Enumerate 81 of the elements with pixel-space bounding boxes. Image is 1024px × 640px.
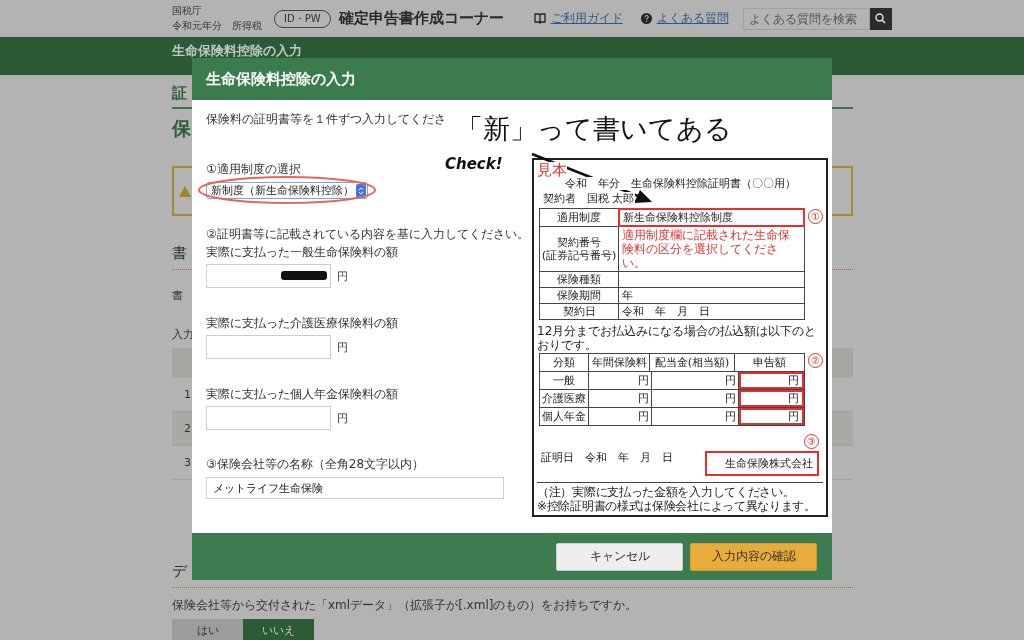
payment-text: 12月分までお払込みになる場合の払込額は以下のとおりです。 <box>537 324 818 352</box>
column-header: 年間保険料 <box>589 354 650 371</box>
page-heading: 証 <box>172 84 187 103</box>
footnote: ※控除証明書の様式は保険会社によって異なります。 <box>537 499 817 513</box>
confirm-button[interactable]: 入力内容の確認 <box>690 542 817 571</box>
site-title: 確定申告書作成コーナー <box>338 9 504 28</box>
header-link[interactable]: よくある質問 <box>656 10 729 27</box>
amount-field[interactable] <box>206 406 331 430</box>
table-cell: 適用制度 <box>540 209 619 226</box>
xml-question: 保険会社等から交付された「xmlデータ」（拡張子が[.xml]のもの）をお持ちですか。 <box>172 597 638 614</box>
column-header: 分類 <box>540 354 589 371</box>
certificate-date: 証明日 令和 年 月 日 <box>541 451 673 464</box>
field-label: 実際に支払った個人年金保険料の額 <box>206 388 398 401</box>
search-field[interactable]: よくある質問を検索 <box>742 7 870 30</box>
table-cell: 円 <box>739 408 804 425</box>
column-header: 申告額 <box>752 355 787 371</box>
table-cell: 円 <box>652 372 739 389</box>
field-label: ③保険会社等の名称（全角28文字以内） <box>206 458 425 471</box>
section-title: 保 <box>172 116 191 141</box>
select-arrows-icon <box>356 183 366 198</box>
number-marker: ③ <box>804 434 819 449</box>
unit-label: 円 <box>337 410 348 426</box>
table-cell: 一般 <box>540 372 589 389</box>
table-cell-text: 適用制度欄に記載された生命保険料の区分を選択してください。 <box>621 227 791 271</box>
header-link[interactable]: ご利用ガイド <box>550 10 623 27</box>
table-cell: 円 <box>652 390 739 407</box>
insurer-name: 生命保険株式会社 <box>705 451 819 476</box>
cancel-button[interactable]: キャンセル <box>556 542 683 571</box>
table-cell: 保険期間 <box>540 288 619 303</box>
section-heading: 書 <box>172 244 187 263</box>
number-marker: ① <box>808 209 823 224</box>
field-label: 実際に支払った介護医療保険料の額 <box>206 317 398 330</box>
table-cell: 円 <box>589 390 652 407</box>
field-label: 実際に支払った一般生命保険料の額 <box>206 246 398 259</box>
warning-icon <box>179 185 191 197</box>
choice-button[interactable]: はい <box>172 619 243 640</box>
search-icon <box>875 13 887 24</box>
row-number: 3 <box>184 456 191 469</box>
table-cell: 保険種類 <box>540 272 619 287</box>
annotation-caption: 「新」って書いてある <box>456 112 732 146</box>
table-label: 入力 <box>172 327 194 342</box>
company-field[interactable]: メットライフ生命保険 <box>206 477 504 499</box>
table-cell-text: 令和 年 月 日 <box>621 304 711 319</box>
annotation-check: Check! <box>445 155 503 173</box>
field-label: ①適用制度の選択 <box>206 163 301 176</box>
intro-text: 保険料の証明書等を１件ずつ入力してくださ <box>206 113 446 126</box>
row-number: 2 <box>184 422 191 435</box>
table-cell: 個人年金 <box>540 408 589 425</box>
unit-label: 円 <box>337 339 348 355</box>
number-marker: ② <box>808 353 823 368</box>
agency-name: 国税庁 <box>172 4 203 18</box>
page-title: 生命保険料控除の入力 <box>172 43 302 58</box>
section-text: 書 <box>172 288 183 303</box>
table-cell: 円 <box>652 408 739 425</box>
amount-field[interactable] <box>206 335 331 359</box>
book-icon <box>533 13 546 24</box>
unit-label: 円 <box>337 268 348 284</box>
dialog-title: 生命保険料控除の入力 <box>206 69 356 89</box>
table-cell: 円 <box>589 408 652 425</box>
table-cell: 契約番号 (証券記号番号) <box>540 227 619 271</box>
table-cell: 円 <box>739 390 804 407</box>
amount-field[interactable] <box>206 264 331 288</box>
choice-button[interactable]: いいえ <box>243 619 314 640</box>
table-cell-text: 年 <box>621 288 634 303</box>
footnote: （注）実際に支払った金額を入力してください。 <box>537 485 796 499</box>
column-header: 配当金(相当額) <box>650 354 735 371</box>
redaction-mark <box>281 271 327 280</box>
system-select[interactable]: 新制度（新生命保険料控除） <box>206 182 368 199</box>
sample-label: 見本 <box>537 162 567 178</box>
table-cell: 円 <box>589 372 652 389</box>
search-button[interactable] <box>869 7 892 30</box>
table-cell: 介護医療 <box>540 390 589 407</box>
tax-year: 令和元年分 所得税 <box>172 19 262 33</box>
help-icon <box>640 13 652 24</box>
section-label: ②証明書等に記載されている内容を基に入力してください。 <box>206 228 529 241</box>
data-heading: デ <box>172 562 187 581</box>
table-cell: 契約日 <box>540 304 619 319</box>
holder-name: 契約者 国税 太郎 <box>543 192 635 205</box>
table-cell: 新生命保険料控除制度 <box>619 209 804 226</box>
table-cell: 円 <box>739 372 804 389</box>
row-number: 1 <box>184 388 191 401</box>
